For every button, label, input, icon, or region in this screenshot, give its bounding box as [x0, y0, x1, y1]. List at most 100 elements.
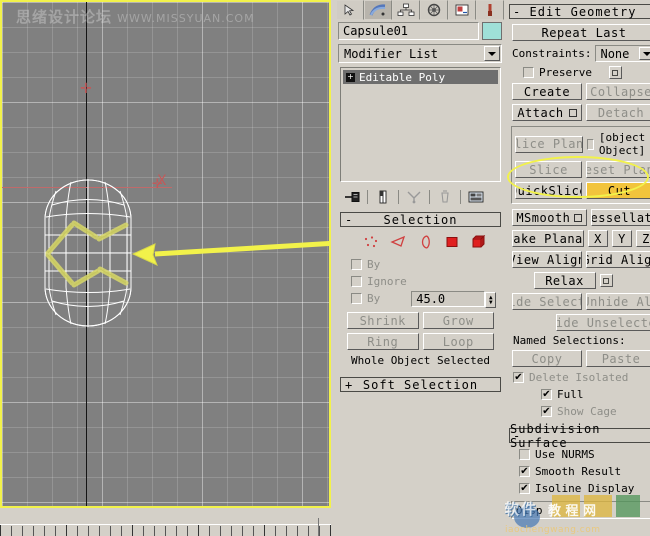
preserve-uvs-checkbox[interactable] [523, 67, 534, 78]
view-align-button[interactable]: View Align [512, 251, 582, 268]
soft-selection-rollout-title: Soft Selection [362, 377, 479, 392]
grow-button[interactable]: Grow [422, 312, 494, 329]
preserve-uvs-row: Preserve [509, 64, 650, 81]
ring-loop-row: Ring Loop [343, 331, 498, 352]
quickslice-cut-row: QuickSlice Cut [512, 180, 650, 201]
make-planar-y-button[interactable]: Y [612, 230, 632, 247]
modify-tab[interactable] [364, 0, 392, 20]
expand-plus-icon[interactable]: + [346, 72, 355, 82]
delete-isolated-checkbox[interactable]: ✔ [513, 372, 524, 383]
vertex-icon[interactable] [362, 234, 380, 250]
modifier-list-dropdown[interactable]: Modifier List [338, 44, 502, 63]
full-interactivity-label: Full [557, 388, 584, 401]
repeat-last-button[interactable]: Repeat Last [512, 24, 650, 41]
use-nurms-checkbox[interactable] [519, 449, 530, 460]
remove-modifier-icon[interactable] [433, 190, 457, 204]
chevron-down-icon[interactable] [639, 47, 650, 60]
create-collapse-row: Create Collapse [509, 81, 650, 102]
object-color-swatch[interactable] [482, 22, 502, 40]
paste-button[interactable]: Paste [586, 350, 650, 367]
selection-rollout-header[interactable]: - Selection [340, 212, 501, 227]
split-checkbox[interactable] [587, 138, 594, 150]
by-angle-spinner[interactable]: 45.0 ▲ ▼ [411, 290, 497, 308]
msmooth-button[interactable]: MSmooth [512, 209, 587, 226]
polygon-icon[interactable] [443, 234, 461, 250]
copy-button[interactable]: Copy [512, 350, 582, 367]
modifier-stack[interactable]: + Editable Poly [340, 67, 501, 182]
pin-stack-icon[interactable] [340, 190, 364, 204]
cut-button[interactable]: Cut [586, 182, 650, 199]
relax-button[interactable]: Relax [533, 272, 596, 289]
motion-tab[interactable] [420, 0, 448, 20]
toolbar-divider [460, 190, 461, 204]
slice-plane-button[interactable]: lice Plan [515, 135, 583, 153]
by-angle-checkbox[interactable] [351, 293, 362, 304]
detach-button[interactable]: Detach [586, 104, 650, 121]
isoline-display-checkbox[interactable]: ✔ [519, 483, 530, 494]
ignore-backfacing-checkbox[interactable] [351, 276, 362, 287]
edit-geometry-header[interactable]: - Edit Geometry [509, 4, 650, 19]
align-row: View Align Grid Align [509, 249, 650, 270]
utilities-tab[interactable] [476, 0, 504, 20]
reset-plane-button[interactable]: eset Plan [586, 161, 650, 178]
make-planar-x-button[interactable]: X [588, 230, 608, 247]
slice-group: lice Plan [object Object] Slice eset Pla… [511, 126, 650, 204]
constraints-dropdown[interactable]: None [595, 45, 650, 62]
smooth-result-checkbox[interactable]: ✔ [519, 466, 530, 477]
by-angle-label: By [367, 292, 381, 305]
make-planar-z-button[interactable]: Z [636, 230, 650, 247]
attach-button[interactable]: Attach [512, 104, 582, 121]
viewport-region: ✛ X ✛ 思绪设计论坛 WWW.MISSYUAN.COM [0, 0, 335, 536]
chevron-down-icon[interactable] [484, 46, 500, 61]
display-group-label: Disp [516, 504, 543, 517]
full-interactivity-checkbox[interactable]: ✔ [541, 389, 552, 400]
tessellate-button[interactable]: essellat [590, 209, 650, 226]
element-icon[interactable] [470, 234, 488, 250]
make-unique-icon[interactable] [402, 190, 426, 204]
grid-align-button[interactable]: Grid Align [586, 251, 650, 268]
expand-toggle-icon[interactable]: + [345, 378, 353, 392]
subdivision-surface-header[interactable]: - Subdivision Surface [509, 422, 650, 450]
border-icon[interactable] [416, 234, 434, 250]
watermark-url-text: WWW.MISSYUAN.COM [117, 12, 255, 25]
show-cage-checkbox[interactable]: ✔ [541, 406, 552, 417]
object-name-input[interactable]: Capsule01 [338, 22, 479, 40]
configure-modifier-sets-icon[interactable] [464, 190, 488, 204]
perspective-viewport[interactable]: ✛ X ✛ 思绪设计论坛 WWW.MISSYUAN.COM [0, 0, 331, 508]
collapse-toggle-icon[interactable]: - [345, 213, 353, 227]
quickslice-button[interactable]: QuickSlice [515, 182, 582, 199]
hide-selected-button[interactable]: ide Select [512, 293, 582, 310]
hide-unselected-button[interactable]: ide Unselecte [556, 314, 650, 331]
collapse-button[interactable]: Collapse [586, 83, 650, 100]
create-button[interactable]: Create [512, 83, 582, 100]
ruler-ticks-major [0, 525, 331, 536]
edit-geometry-title: Edit Geometry [529, 4, 637, 19]
loop-button[interactable]: Loop [422, 333, 494, 350]
collapse-toggle-icon[interactable]: - [513, 429, 521, 443]
hierarchy-tab[interactable] [392, 0, 420, 20]
modifier-stack-item-editable-poly[interactable]: + Editable Poly [343, 70, 498, 84]
shrink-grow-row: Shrink Grow [343, 310, 498, 331]
create-tab[interactable] [336, 0, 364, 20]
ring-button[interactable]: Ring [347, 333, 419, 350]
by-vertex-checkbox[interactable] [351, 259, 362, 270]
collapse-toggle-icon[interactable]: - [513, 5, 521, 19]
track-bar-ruler[interactable] [0, 512, 331, 536]
selection-rollout-body: By Ignore By 45.0 ▲ ▼ Shrink Grow Ring L… [340, 227, 501, 371]
delete-isolated-label: Delete Isolated [529, 371, 629, 384]
slice-button[interactable]: Slice [515, 161, 582, 178]
relax-settings-button[interactable] [599, 274, 613, 287]
spinner-arrows-icon[interactable]: ▲ ▼ [485, 291, 497, 308]
soft-selection-rollout-header[interactable]: + Soft Selection [340, 377, 501, 392]
copy-paste-row: Copy Paste [509, 348, 650, 369]
preserve-uvs-label: Preserve [539, 66, 592, 79]
preserve-uvs-settings-button[interactable] [608, 66, 622, 79]
show-end-result-icon[interactable] [371, 190, 395, 204]
shrink-button[interactable]: Shrink [347, 312, 419, 329]
edge-icon[interactable] [389, 234, 407, 250]
unhide-all-button[interactable]: Unhide All [586, 293, 650, 310]
make-planar-row: Make Planar X Y Z [509, 228, 650, 249]
display-tab[interactable] [448, 0, 476, 20]
make-planar-button[interactable]: Make Planar [512, 230, 584, 247]
isoline-display-row: ✔ Isoline Display [509, 480, 650, 497]
